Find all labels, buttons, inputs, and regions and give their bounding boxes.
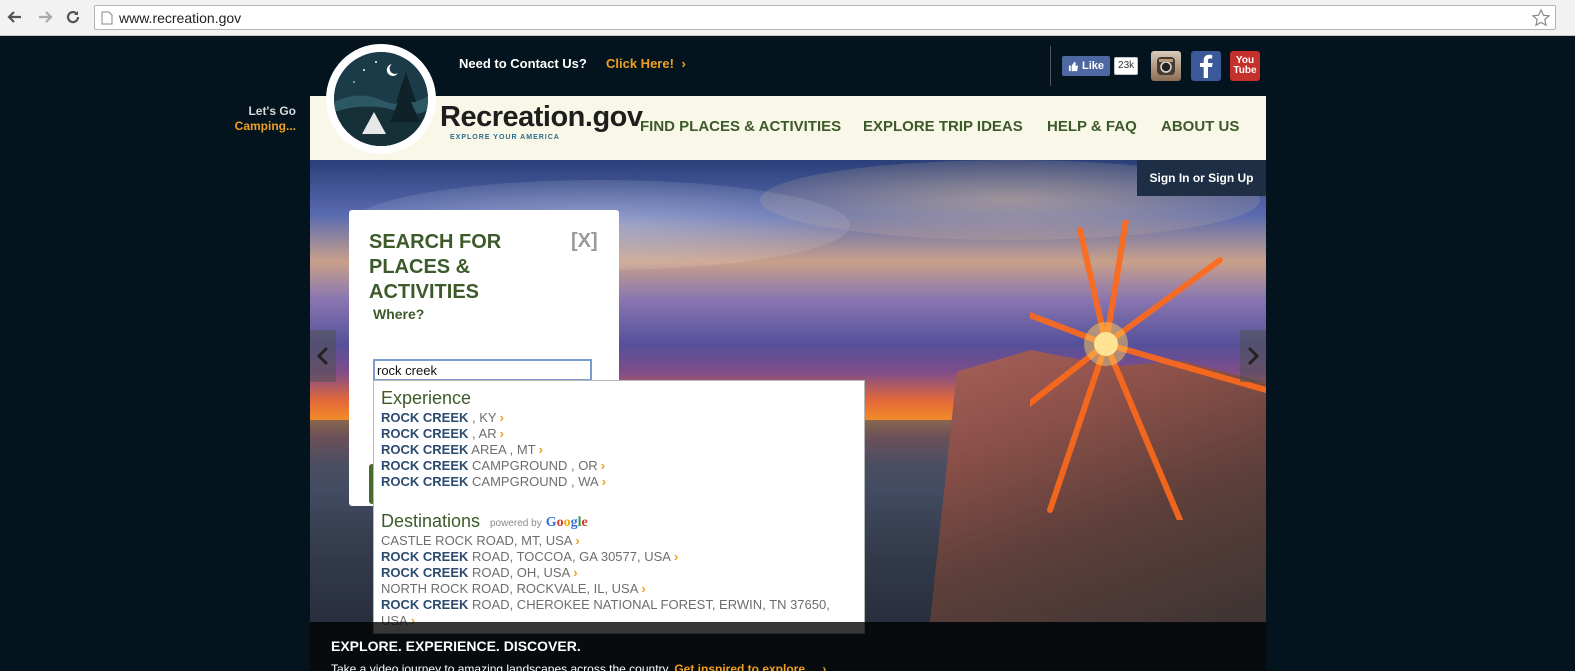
chevron-right-icon: › [641,581,646,596]
like-label: Like [1082,60,1105,72]
bookmark-star-icon[interactable] [1531,8,1551,28]
google-logo: Google [545,515,588,530]
contact-link-label: Click Here! [606,56,674,71]
chevron-right-icon: › [601,474,606,489]
chevron-right-icon: › [681,56,686,71]
chevron-right-icon [1247,346,1260,366]
facebook-like-button[interactable]: Like 23k [1062,56,1139,76]
list-item[interactable]: ROCK CREEK ROAD, OH, USA › [381,565,578,581]
destinations-heading: Destinations [381,511,481,531]
brand-logo-text[interactable]: Recreation.gov [440,101,643,134]
chevron-left-icon [316,346,329,366]
chevron-right-icon: › [822,662,827,671]
experience-heading: Experience [381,388,472,408]
autocomplete-dropdown: Experience ROCK CREEK , KY › ROCK CREEK ,… [373,380,865,634]
divider [1050,46,1051,86]
nav-explore-trip-ideas[interactable]: EXPLORE TRIP IDEAS [863,118,1023,135]
chevron-right-icon: › [499,410,504,425]
get-inspired-link[interactable]: Get inspired to explore... › [674,662,826,671]
list-item[interactable]: ROCK CREEK CAMPGROUND , OR › [381,458,605,474]
youtube-label-bottom: Tube [1233,65,1257,76]
contact-link[interactable]: Click Here! › [606,56,686,71]
chevron-right-icon: › [575,533,580,548]
chevron-right-icon: › [600,458,606,473]
list-item[interactable]: NORTH ROCK ROAD, ROCKVALE, IL, USA › [381,581,646,597]
lets-go-promo[interactable]: Let's Go Camping... [220,104,296,134]
forward-arrow-icon [39,11,53,23]
back-arrow-icon [7,11,21,23]
lets-go-activity: Camping... [234,119,296,133]
chevron-right-icon: › [538,442,543,457]
slider-next-button[interactable] [1240,330,1266,382]
page-icon [101,11,113,25]
list-item[interactable]: ROCK CREEK , AR › [381,426,504,442]
youtube-icon[interactable]: You Tube [1230,51,1260,81]
list-item[interactable]: ROCK CREEK , KY › [381,410,504,426]
chevron-right-icon: › [499,426,504,441]
thumbs-up-icon [1068,61,1079,71]
list-item[interactable]: ROCK CREEK AREA , MT › [381,442,543,458]
list-item[interactable]: ROCK CREEK ROAD, CHEROKEE NATIONAL FORES… [381,597,830,613]
hero-caption-title: EXPLORE. EXPERIENCE. DISCOVER. [331,638,581,654]
url-text: www.recreation.gov [119,10,242,26]
nav-help-faq[interactable]: HELP & FAQ [1047,118,1137,135]
list-item[interactable]: ROCK CREEK CAMPGROUND , WA › [381,474,606,490]
chevron-right-icon: › [673,549,679,564]
contact-text: Need to Contact Us? [459,56,587,71]
reload-button[interactable] [62,6,84,28]
back-button[interactable] [4,6,26,28]
like-count: 23k [1114,57,1139,75]
hero-caption-text: Take a video journey to amazing landscap… [331,662,826,671]
instagram-icon[interactable] [1151,51,1181,81]
lets-go-text: Let's Go [248,104,296,118]
slider-prev-button[interactable] [310,330,336,382]
where-label: Where? [373,306,425,322]
page: Need to Contact Us? Click Here! › Like 2… [0,36,1575,671]
list-item[interactable]: ROCK CREEK ROAD, TOCCOA, GA 30577, USA › [381,549,678,565]
search-title: SEARCH FOR PLACES & ACTIVITIES [369,231,502,303]
browser-toolbar: www.recreation.gov [0,0,1575,36]
chevron-right-icon: › [573,565,578,580]
close-search-button[interactable]: [X] [571,230,598,253]
address-bar[interactable]: www.recreation.gov [94,5,1556,30]
logo-icon [334,52,428,146]
sunburst-icon [1030,220,1266,520]
nav-about-us[interactable]: ABOUT US [1161,118,1239,135]
reload-icon [66,10,80,24]
facebook-icon[interactable] [1191,51,1221,81]
list-item[interactable]: CASTLE ROCK ROAD, MT, USA › [381,533,580,549]
where-input[interactable] [373,359,592,381]
sign-in-button[interactable]: Sign In or Sign Up [1137,160,1266,196]
forward-button[interactable] [34,6,56,28]
powered-by-google: powered by Google [490,515,588,530]
brand-tagline: EXPLORE YOUR AMERICA [450,134,560,141]
nav-find-places[interactable]: FIND PLACES & ACTIVITIES [640,118,841,135]
